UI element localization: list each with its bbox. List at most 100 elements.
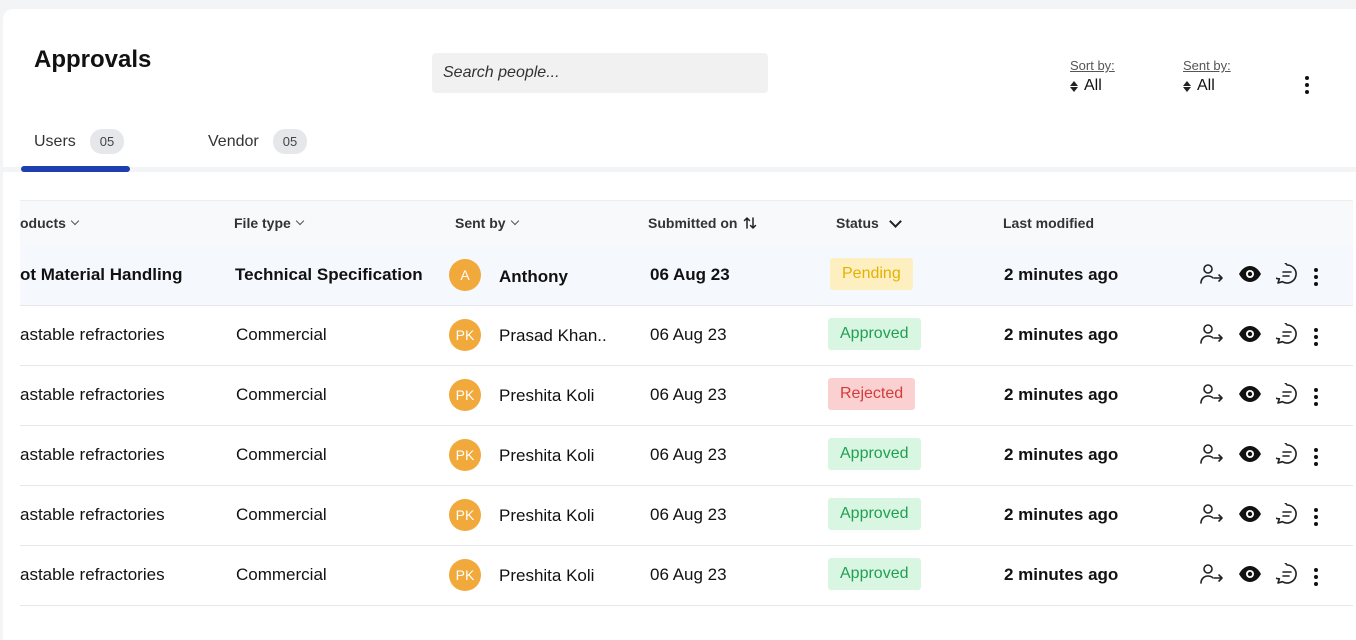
tab-users-count: 05	[89, 129, 125, 154]
comment-icon[interactable]	[1269, 560, 1298, 590]
last-modified-cell: 2 minutes ago	[1004, 445, 1119, 464]
tab-users-label: Users	[34, 132, 76, 150]
column-products-label: oducts	[20, 215, 66, 231]
sort-by-filter[interactable]: Sort by: All	[1070, 58, 1115, 95]
product-cell: astable refractories	[20, 325, 165, 344]
file-type-cell: Technical Specification	[235, 265, 423, 284]
tab-active-indicator	[21, 166, 130, 172]
row-actions	[1200, 260, 1320, 290]
column-file-type[interactable]: File type	[234, 215, 305, 231]
view-eye-icon[interactable]	[1238, 385, 1262, 408]
file-type-cell: Commercial	[236, 505, 327, 524]
submitted-date: 06 Aug 23	[650, 445, 727, 464]
view-eye-icon[interactable]	[1238, 265, 1262, 288]
row-actions	[1200, 440, 1320, 470]
comment-icon[interactable]	[1269, 260, 1298, 290]
sort-toggle-icon	[744, 217, 757, 229]
view-eye-icon[interactable]	[1238, 325, 1262, 348]
more-vertical-icon[interactable]	[1312, 447, 1320, 466]
assign-user-icon[interactable]	[1200, 263, 1224, 290]
comment-icon[interactable]	[1269, 320, 1298, 350]
sent-by-filter[interactable]: Sent by: All	[1183, 58, 1231, 95]
tab-vendor-label: Vendor	[208, 132, 259, 150]
column-sent-by-label: Sent by	[455, 215, 506, 231]
file-type-cell: Commercial	[236, 325, 327, 344]
more-vertical-icon[interactable]	[1312, 507, 1320, 526]
comment-icon[interactable]	[1269, 500, 1298, 530]
more-options-icon[interactable]	[1303, 76, 1311, 94]
submitted-date: 06 Aug 23	[650, 325, 727, 344]
avatar: PK	[449, 319, 481, 351]
avatar: PK	[449, 379, 481, 411]
tab-vendor-count: 05	[272, 129, 308, 154]
sort-by-value: All	[1084, 77, 1102, 94]
column-last-modified: Last modified	[1003, 215, 1094, 231]
avatar: PK	[449, 439, 481, 471]
sender-name: Preshita Koli	[499, 386, 595, 405]
view-eye-icon[interactable]	[1238, 565, 1262, 588]
sender-name: Preshita Koli	[499, 446, 595, 465]
status-badge: Approved	[828, 318, 921, 350]
column-products[interactable]: oducts	[20, 215, 80, 231]
comment-icon[interactable]	[1269, 380, 1298, 410]
column-sent-by[interactable]: Sent by	[455, 215, 519, 231]
sort-by-label: Sort by:	[1070, 58, 1115, 73]
table-row[interactable]: ot Material Handling Technical Specificat…	[20, 245, 1353, 306]
status-badge: Approved	[828, 498, 921, 530]
column-submitted-on[interactable]: Submitted on	[648, 215, 757, 231]
sent-by-label: Sent by:	[1183, 58, 1231, 73]
search-input[interactable]: Search people...	[432, 53, 768, 93]
last-modified-cell: 2 minutes ago	[1004, 565, 1119, 584]
comment-icon[interactable]	[1269, 440, 1298, 470]
table-header: oducts File type Sent by Submitted on St…	[20, 200, 1353, 246]
status-badge: Approved	[828, 558, 921, 590]
product-cell: astable refractories	[20, 565, 165, 584]
sender-name: Anthony	[499, 267, 568, 286]
sender-name: Preshita Koli	[499, 506, 595, 525]
status-badge: Approved	[828, 438, 921, 470]
submitted-date: 06 Aug 23	[650, 385, 727, 404]
more-vertical-icon[interactable]	[1312, 387, 1320, 406]
chevron-down-icon	[295, 216, 305, 226]
more-vertical-icon[interactable]	[1312, 567, 1320, 586]
product-cell: astable refractories	[20, 385, 165, 404]
search-placeholder: Search people...	[443, 64, 560, 81]
column-submitted-on-label: Submitted on	[648, 215, 738, 231]
row-actions	[1200, 320, 1320, 350]
table-row[interactable]: astable refractories Commercial PK Prasad K…	[20, 305, 1353, 366]
row-actions	[1200, 380, 1320, 410]
assign-user-icon[interactable]	[1200, 563, 1224, 590]
last-modified-cell: 2 minutes ago	[1004, 385, 1119, 404]
assign-user-icon[interactable]	[1200, 443, 1224, 470]
assign-user-icon[interactable]	[1200, 383, 1224, 410]
file-type-cell: Commercial	[236, 385, 327, 404]
tab-vendor[interactable]: Vendor 05	[208, 129, 308, 154]
table-row[interactable]: astable refractories Commercial PK Preshita…	[20, 545, 1353, 606]
chevron-down-icon	[888, 214, 902, 228]
last-modified-cell: 2 minutes ago	[1004, 265, 1119, 284]
table-row[interactable]: astable refractories Commercial PK Preshita…	[20, 425, 1353, 486]
view-eye-icon[interactable]	[1238, 445, 1262, 468]
avatar: PK	[449, 499, 481, 531]
table-row[interactable]: astable refractories Commercial PK Preshita…	[20, 365, 1353, 426]
last-modified-cell: 2 minutes ago	[1004, 505, 1119, 524]
status-badge: Pending	[830, 258, 913, 290]
avatar: PK	[449, 559, 481, 591]
column-file-type-label: File type	[234, 215, 291, 231]
approvals-panel: Approvals Search people... Sort by: All …	[3, 9, 1356, 640]
assign-user-icon[interactable]	[1200, 503, 1224, 530]
sender-name: Prasad Khan..	[499, 326, 607, 345]
submitted-date: 06 Aug 23	[650, 265, 730, 284]
tab-users[interactable]: Users 05	[34, 129, 125, 154]
assign-user-icon[interactable]	[1200, 323, 1224, 350]
chevron-down-icon	[70, 216, 80, 226]
file-type-cell: Commercial	[236, 565, 327, 584]
column-last-modified-label: Last modified	[1003, 215, 1095, 231]
more-vertical-icon[interactable]	[1312, 327, 1320, 346]
view-eye-icon[interactable]	[1238, 505, 1262, 528]
product-cell: astable refractories	[20, 505, 165, 524]
more-vertical-icon[interactable]	[1312, 267, 1320, 286]
column-status[interactable]: Status	[836, 214, 902, 231]
sort-arrows-icon	[1070, 80, 1078, 92]
table-row[interactable]: astable refractories Commercial PK Preshita…	[20, 485, 1353, 546]
